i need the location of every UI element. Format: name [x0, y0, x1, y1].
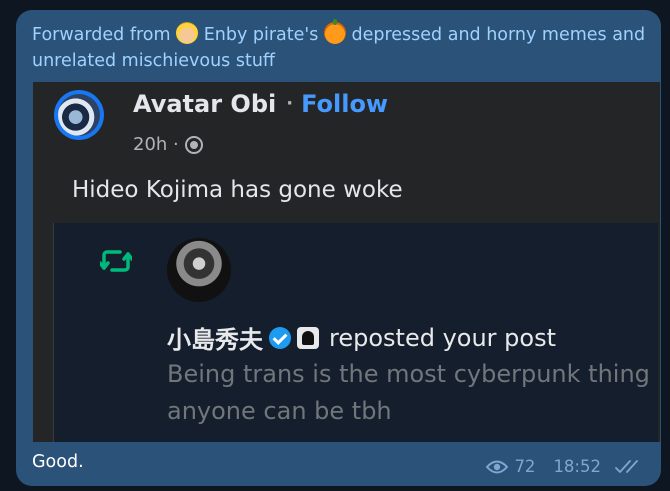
globe-icon — [184, 135, 203, 154]
forward-prefix: Forwarded from — [32, 25, 171, 45]
affiliate-badge-icon — [297, 326, 319, 349]
pirate-face-emoji-icon — [176, 22, 199, 44]
message-caption: Good. — [32, 452, 84, 472]
double-check-icon — [615, 459, 638, 473]
forward-channel-name-part1[interactable]: Enby pirate's — [204, 25, 319, 45]
post-header: Avatar Obi · Follow — [133, 90, 388, 118]
avatar-image — [58, 94, 100, 136]
view-count: 72 — [514, 457, 536, 476]
message-meta: 72 18:52 — [486, 457, 645, 476]
message-time: 18:52 — [553, 457, 601, 476]
forwarded-screenshot[interactable]: Avatar Obi · Follow 20h · Hideo Kojima has… — [33, 82, 660, 442]
verified-badge-icon — [269, 326, 291, 349]
follow-link: Follow — [301, 90, 389, 118]
post-text: Hideo Kojima has gone woke — [72, 177, 403, 203]
post-time: 20h · — [133, 134, 179, 155]
quoted-notification: 小島秀夫 reposted your post Being trans is t… — [53, 223, 658, 442]
avatar-obi-avatar — [54, 90, 104, 140]
kojima-avatar — [167, 238, 231, 302]
post-meta: 20h · — [133, 134, 203, 155]
repost-action-text: reposted your post — [329, 323, 556, 352]
message-bubble[interactable]: Forwarded from Enby pirate's depressed a… — [16, 10, 661, 486]
forward-header[interactable]: Forwarded from Enby pirate's depressed a… — [32, 19, 652, 74]
author-name: Avatar Obi — [133, 90, 277, 118]
repost-line: 小島秀夫 reposted your post — [167, 320, 556, 355]
pumpkin-emoji-icon — [323, 19, 346, 44]
retweet-icon — [100, 250, 132, 272]
quoted-post-text: Being trans is the most cyberpunk thing … — [167, 360, 650, 425]
eye-icon — [486, 460, 509, 473]
dot-separator: · — [286, 93, 294, 114]
kojima-name: 小島秀夫 — [167, 326, 263, 354]
